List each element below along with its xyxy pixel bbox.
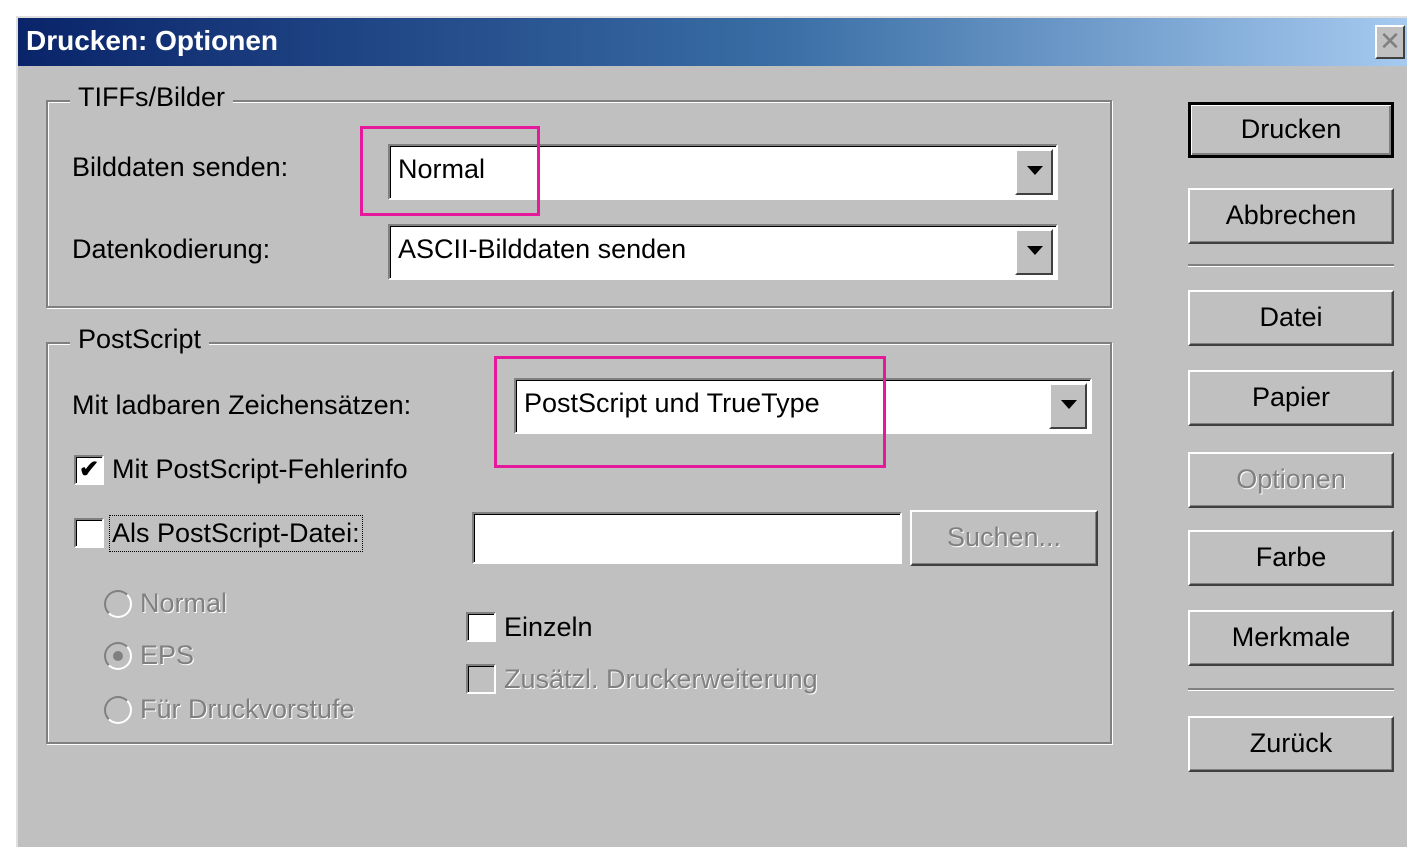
browse-button[interactable]: Suchen...: [910, 510, 1098, 566]
radio-normal[interactable]: [104, 590, 132, 618]
radio-eps-label[interactable]: EPS: [140, 640, 194, 671]
errinfo-checkbox[interactable]: ✔: [74, 455, 104, 485]
cancel-button[interactable]: Abbrechen: [1188, 188, 1394, 244]
postscript-group-legend: PostScript: [70, 324, 210, 355]
dialog-title: Drucken: Optionen: [26, 25, 279, 56]
chevron-down-icon[interactable]: [1049, 383, 1087, 429]
kodierung-label: Datenkodierung:: [72, 234, 271, 264]
single-label[interactable]: Einzeln: [504, 612, 593, 643]
radio-prepress-label[interactable]: Für Druckvorstufe: [140, 694, 355, 725]
paper-button[interactable]: Papier: [1188, 370, 1394, 426]
checkmark-icon: ✔: [78, 456, 100, 483]
errinfo-label[interactable]: Mit PostScript-Fehlerinfo: [112, 454, 408, 485]
psfile-path-input[interactable]: [472, 512, 902, 564]
highlight-box-bilddaten: [360, 126, 540, 216]
extension-checkbox[interactable]: [466, 664, 496, 694]
fonts-label: Mit ladbaren Zeichensätzen:: [72, 390, 412, 420]
radio-eps[interactable]: [104, 642, 132, 670]
kodierung-value: ASCII-Bilddaten senden: [398, 234, 687, 264]
back-button[interactable]: Zurück: [1188, 716, 1394, 772]
kodierung-select[interactable]: ASCII-Bilddaten senden: [388, 224, 1058, 280]
button-separator: [1188, 264, 1394, 267]
features-button[interactable]: Merkmale: [1188, 610, 1394, 666]
psfile-checkbox[interactable]: [74, 518, 104, 548]
psfile-label[interactable]: Als PostScript-Datei:: [109, 515, 363, 552]
print-button[interactable]: Drucken: [1188, 102, 1394, 158]
file-button[interactable]: Datei: [1188, 290, 1394, 346]
options-button[interactable]: Optionen: [1188, 452, 1394, 508]
button-separator: [1188, 688, 1394, 691]
chevron-down-icon[interactable]: [1015, 229, 1053, 275]
chevron-down-icon[interactable]: [1015, 149, 1053, 195]
close-icon: ✕: [1379, 26, 1401, 56]
color-button[interactable]: Farbe: [1188, 530, 1394, 586]
print-options-dialog: Drucken: Optionen ✕ TIFFs/Bilder Bilddat…: [16, 16, 1407, 847]
bilddaten-label: Bilddaten senden:: [72, 152, 289, 182]
radio-normal-label[interactable]: Normal: [140, 588, 227, 619]
highlight-box-fonts: [494, 356, 886, 468]
extension-label[interactable]: Zusätzl. Druckerweiterung: [504, 664, 818, 695]
title-bar[interactable]: Drucken: Optionen ✕: [18, 18, 1407, 66]
tiffs-group-legend: TIFFs/Bilder: [70, 82, 234, 113]
radio-prepress[interactable]: [104, 696, 132, 724]
close-button[interactable]: ✕: [1375, 25, 1405, 59]
single-checkbox[interactable]: [466, 612, 496, 642]
